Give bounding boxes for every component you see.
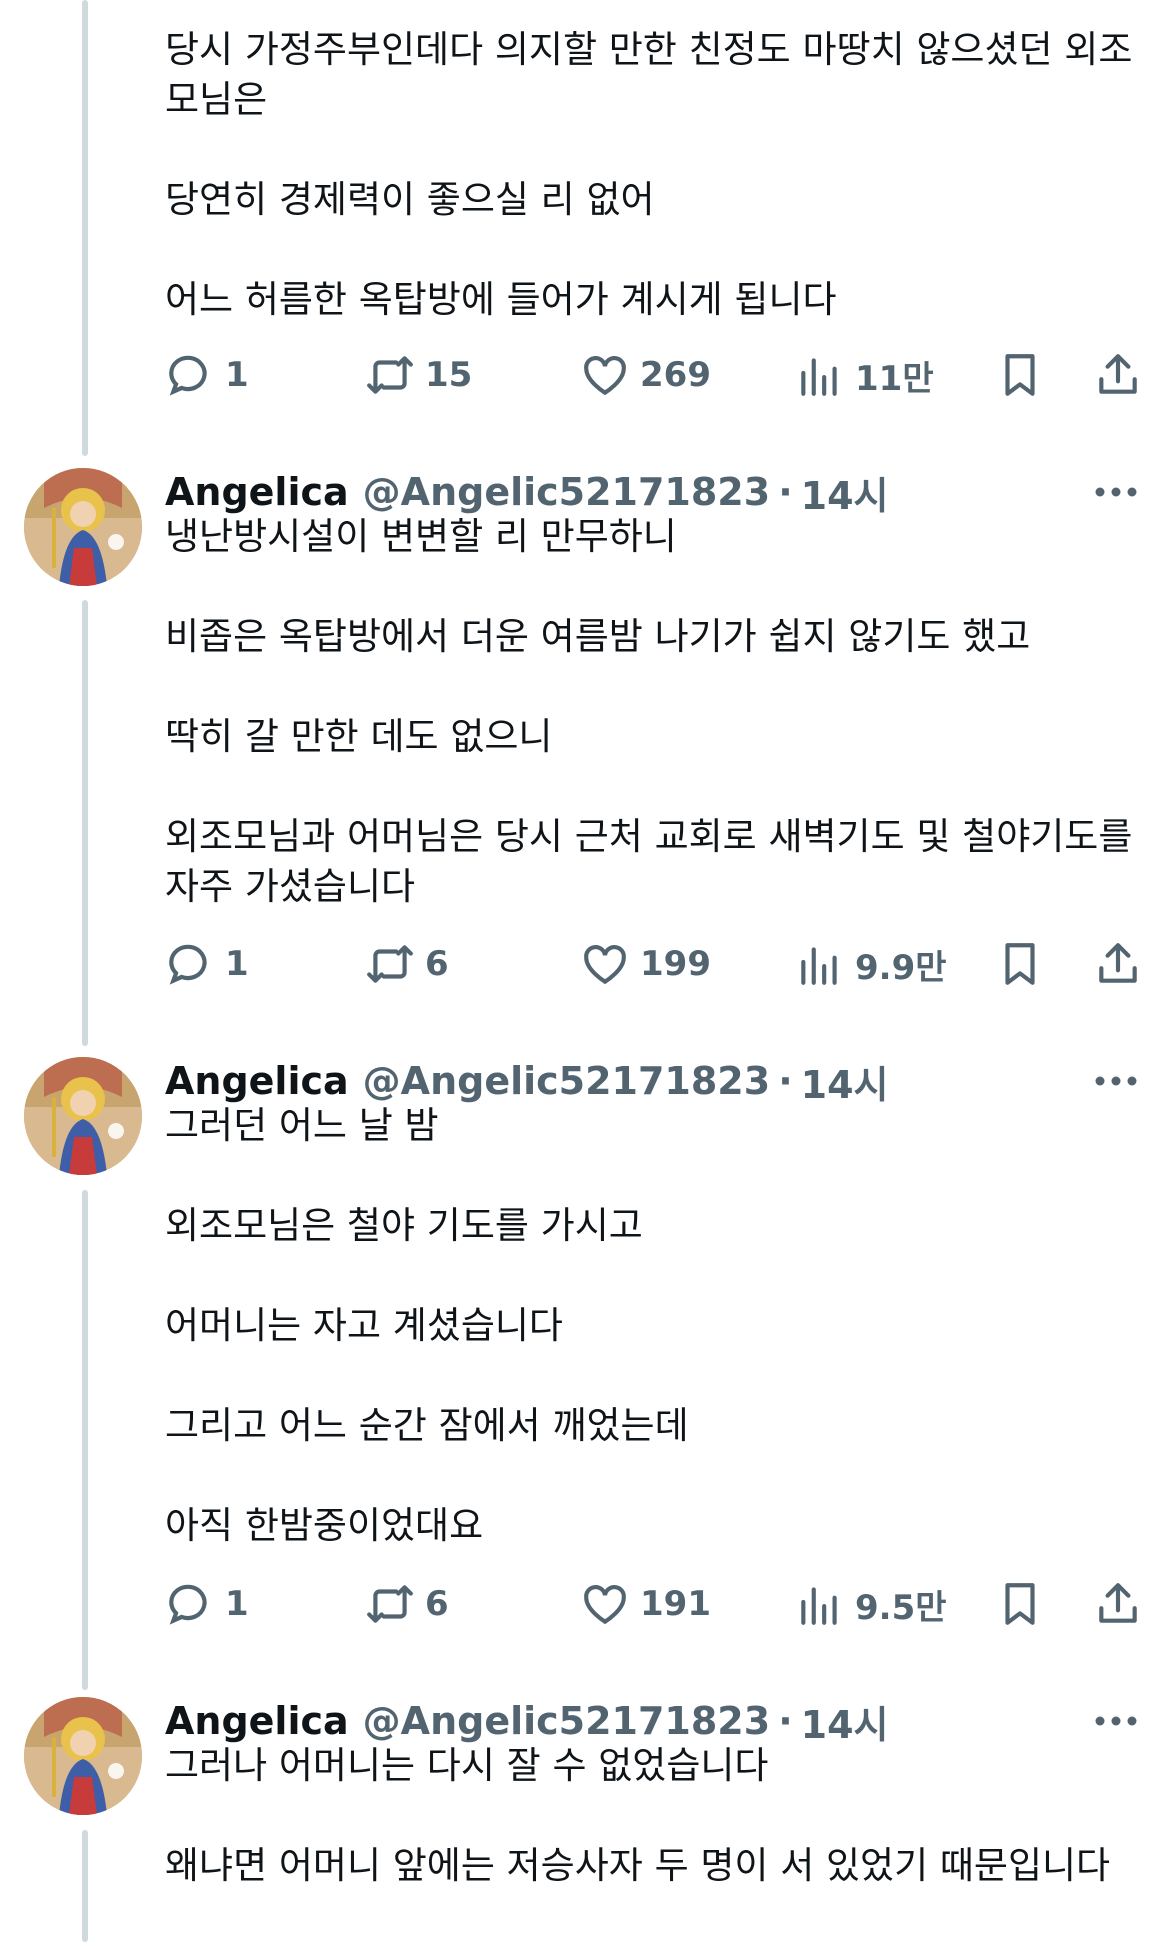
retweet-icon bbox=[367, 945, 413, 983]
saint-portrait-icon bbox=[24, 468, 142, 586]
retweet-button[interactable]: 6 bbox=[365, 934, 449, 994]
share-icon bbox=[1099, 354, 1137, 394]
more-icon bbox=[1095, 1076, 1137, 1086]
tweet-text: 냉난방시설이 변변할 리 만무하니 bbox=[165, 515, 677, 558]
reply-count: 1 bbox=[225, 944, 249, 984]
tweet-text: 외조모님과 어머님은 당시 근처 교회로 새벽기도 및 철야기도를 자주 가셨습… bbox=[165, 815, 1133, 908]
tweet-actions: 1 15 269 11만 bbox=[165, 345, 1145, 405]
like-button[interactable]: 199 bbox=[580, 934, 711, 994]
tweet-text: 어느 허름한 옥탑방에 들어가 계시게 됩니다 bbox=[165, 278, 837, 321]
reply-count: 1 bbox=[225, 1584, 249, 1624]
separator-dot: · bbox=[778, 1059, 793, 1103]
views-button[interactable]: 9.9만 bbox=[795, 934, 947, 994]
bookmark-icon bbox=[1005, 354, 1035, 396]
reply-count: 1 bbox=[225, 355, 249, 395]
bookmark-button[interactable] bbox=[995, 934, 1045, 994]
heart-icon bbox=[584, 945, 626, 985]
display-name[interactable]: Angelica bbox=[165, 1699, 349, 1743]
separator-dot: · bbox=[778, 470, 793, 514]
thread-line bbox=[82, 0, 88, 456]
thread-line bbox=[82, 1830, 88, 1942]
tweet-text: 아직 한밤중이었대요 bbox=[165, 1504, 484, 1547]
thread-line bbox=[82, 1190, 88, 1690]
reply-button[interactable]: 1 bbox=[165, 345, 249, 405]
like-button[interactable]: 269 bbox=[580, 345, 711, 405]
reply-icon bbox=[169, 944, 207, 985]
saint-portrait-icon bbox=[24, 1697, 142, 1815]
avatar[interactable] bbox=[24, 468, 142, 586]
retweet-icon bbox=[367, 356, 413, 394]
retweet-count: 15 bbox=[425, 355, 473, 395]
retweet-count: 6 bbox=[425, 944, 449, 984]
like-button[interactable]: 191 bbox=[580, 1574, 711, 1634]
user-handle[interactable]: @Angelic52171823 bbox=[363, 1699, 771, 1743]
share-button[interactable] bbox=[1093, 345, 1143, 405]
tweet-text: 어머니는 자고 계셨습니다 bbox=[165, 1304, 563, 1347]
tweet-actions: 1 6 199 9.9만 bbox=[165, 934, 1145, 994]
bookmark-icon bbox=[1005, 943, 1035, 985]
tweet-text: 그러던 어느 날 밤 bbox=[165, 1104, 439, 1147]
retweet-count: 6 bbox=[425, 1584, 449, 1624]
user-handle[interactable]: @Angelic52171823 bbox=[363, 470, 771, 514]
tweet-text: 비좁은 옥탑방에서 더운 여름밤 나기가 쉽지 않기도 했고 bbox=[165, 615, 1031, 658]
views-button[interactable]: 9.5만 bbox=[795, 1574, 947, 1634]
thread-line bbox=[82, 600, 88, 1046]
view-count: 9.9만 bbox=[855, 947, 947, 988]
views-icon bbox=[801, 947, 837, 985]
share-icon bbox=[1099, 1583, 1137, 1623]
display-name[interactable]: Angelica bbox=[165, 470, 349, 514]
view-count: 9.5만 bbox=[855, 1587, 947, 1628]
view-count: 11만 bbox=[855, 358, 934, 399]
heart-icon bbox=[584, 1585, 626, 1625]
more-icon bbox=[1095, 487, 1137, 497]
saint-portrait-icon bbox=[24, 1057, 142, 1175]
tweet-text: 당시 가정주부인데다 의지할 만한 친정도 마땅치 않으셨던 외조모님은 bbox=[165, 28, 1133, 121]
more-icon bbox=[1095, 1716, 1137, 1726]
tweet-text: 그리고 어느 순간 잠에서 깨었는데 bbox=[165, 1404, 689, 1447]
avatar[interactable] bbox=[24, 1697, 142, 1815]
retweet-button[interactable]: 6 bbox=[365, 1574, 449, 1634]
more-button[interactable] bbox=[1086, 1056, 1146, 1106]
views-icon bbox=[801, 1587, 837, 1625]
like-count: 269 bbox=[640, 355, 711, 395]
display-name[interactable]: Angelica bbox=[165, 1059, 349, 1103]
views-button[interactable]: 11만 bbox=[795, 345, 934, 405]
reply-button[interactable]: 1 bbox=[165, 934, 249, 994]
tweet-actions: 1 6 191 9.5만 bbox=[165, 1574, 1145, 1634]
tweet-header: Angelica @Angelic52171823 · 14시 bbox=[165, 467, 888, 518]
reply-button[interactable]: 1 bbox=[165, 1574, 249, 1634]
more-button[interactable] bbox=[1086, 467, 1146, 517]
tweet-header: Angelica @Angelic52171823 · 14시 bbox=[165, 1056, 888, 1107]
avatar[interactable] bbox=[24, 1057, 142, 1175]
retweet-icon bbox=[367, 1585, 413, 1623]
bookmark-icon bbox=[1005, 1583, 1035, 1625]
tweet-text: 당연히 경제력이 좋으실 리 없어 bbox=[165, 178, 655, 221]
like-count: 199 bbox=[640, 944, 711, 984]
reply-icon bbox=[169, 355, 207, 396]
tweet-text: 그러나 어머니는 다시 잘 수 없었습니다 bbox=[165, 1744, 769, 1787]
share-button[interactable] bbox=[1093, 1574, 1143, 1634]
tweet-text: 왜냐면 어머니 앞에는 저승사자 두 명이 서 있었기 때문입니다 bbox=[165, 1844, 1111, 1887]
views-icon bbox=[801, 358, 837, 396]
retweet-button[interactable]: 15 bbox=[365, 345, 472, 405]
like-count: 191 bbox=[640, 1584, 711, 1624]
reply-icon bbox=[169, 1584, 207, 1625]
user-handle[interactable]: @Angelic52171823 bbox=[363, 1059, 771, 1103]
share-icon bbox=[1099, 943, 1137, 983]
more-button[interactable] bbox=[1086, 1696, 1146, 1746]
tweet-text: 딱히 갈 만한 데도 없으니 bbox=[165, 715, 553, 758]
separator-dot: · bbox=[778, 1699, 793, 1743]
bookmark-button[interactable] bbox=[995, 345, 1045, 405]
share-button[interactable] bbox=[1093, 934, 1143, 994]
tweet-text: 외조모님은 철야 기도를 가시고 bbox=[165, 1204, 643, 1247]
heart-icon bbox=[584, 356, 626, 396]
bookmark-button[interactable] bbox=[995, 1574, 1045, 1634]
tweet-header: Angelica @Angelic52171823 · 14시 bbox=[165, 1696, 888, 1747]
